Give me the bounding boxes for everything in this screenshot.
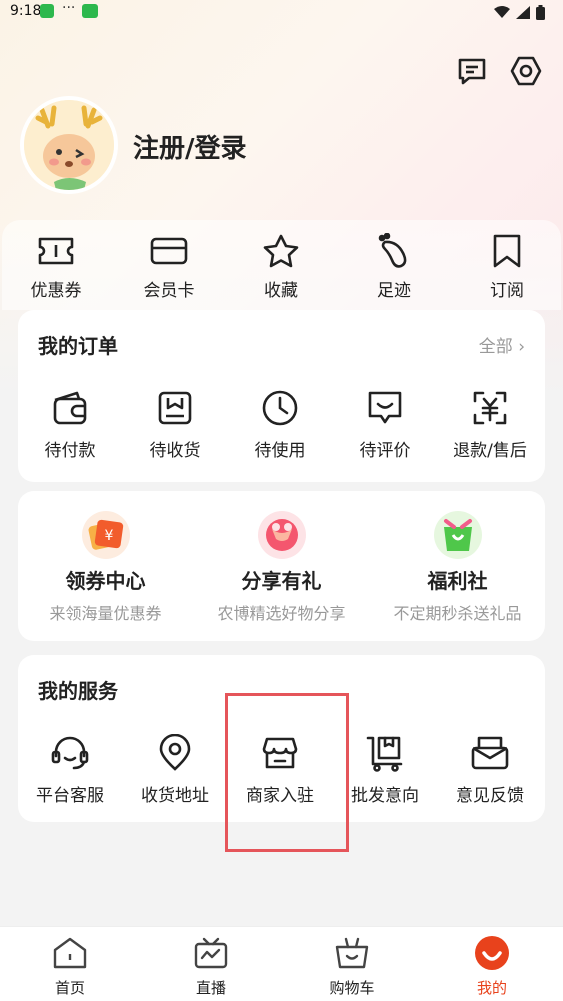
- promo-share-gift[interactable]: 分享有礼 农博精选好物分享: [194, 491, 369, 624]
- feedback-mail-icon: [471, 736, 509, 770]
- order-status-label: 退款/售后: [453, 441, 527, 461]
- home-icon: [53, 937, 87, 969]
- service-feedback[interactable]: 意见反馈: [438, 733, 542, 806]
- tab-cart[interactable]: 购物车: [307, 935, 397, 998]
- gift-share-icon: [257, 511, 306, 559]
- quick-link-footprints[interactable]: 足迹: [349, 232, 439, 301]
- settings-icon[interactable]: [507, 52, 545, 90]
- order-pending-use[interactable]: 待使用: [228, 388, 332, 461]
- status-time: 9:18: [10, 3, 42, 19]
- quick-link-member-card[interactable]: 会员卡: [124, 232, 214, 301]
- tv-icon: [194, 937, 228, 969]
- headset-icon: [51, 736, 89, 770]
- order-pending-review[interactable]: 待评价: [333, 388, 437, 461]
- tab-label: 直播: [195, 979, 226, 997]
- profile-logo-icon: [475, 936, 509, 970]
- bottom-tab-bar: 首页 直播 购物车 我的: [0, 926, 563, 1001]
- services-title: 我的服务: [38, 679, 118, 703]
- ticket-icon: [38, 237, 74, 265]
- quick-link-label: 收藏: [264, 281, 298, 301]
- quick-link-label: 订阅: [490, 281, 524, 301]
- order-pending-receipt[interactable]: 待收货: [123, 388, 227, 461]
- signal-icon: [516, 6, 530, 19]
- wifi-icon: [494, 6, 510, 18]
- promo-subtitle: 农博精选好物分享: [217, 604, 346, 623]
- login-register-link[interactable]: 注册/登录: [133, 128, 247, 165]
- avatar[interactable]: [20, 96, 118, 194]
- orders-title: 我的订单: [38, 334, 118, 358]
- me-page: 9:18 ··· 注册/登录 优惠券 会员卡 收藏 足迹 订阅 我的订单 全部 …: [0, 0, 563, 1001]
- tab-label: 首页: [54, 979, 85, 997]
- order-refund-aftersale[interactable]: 退款/售后: [438, 388, 542, 461]
- location-icon: [159, 734, 191, 771]
- package-icon: [158, 391, 192, 425]
- promo-coupon-center[interactable]: ¥ 领券中心 来领海量优惠券: [18, 491, 193, 624]
- status-indicators: [494, 5, 545, 20]
- deer-mascot-icon: [24, 100, 114, 190]
- tab-profile[interactable]: 我的: [447, 935, 537, 998]
- order-status-label: 待付款: [44, 441, 96, 461]
- orders-view-all-link[interactable]: 全部 ›: [479, 332, 525, 357]
- order-status-label: 待收货: [149, 441, 201, 461]
- service-label: 意见反馈: [456, 786, 524, 806]
- welfare-bag-icon: [433, 511, 482, 559]
- quick-link-favorites[interactable]: 收藏: [236, 232, 326, 301]
- tab-label: 购物车: [329, 979, 375, 997]
- basket-icon: [335, 937, 369, 969]
- message-icon[interactable]: [453, 52, 491, 90]
- promo-title: 分享有礼: [241, 569, 322, 593]
- svg-text:¥: ¥: [104, 528, 113, 544]
- card-icon: [150, 237, 188, 265]
- status-bar: 9:18 ···: [0, 0, 563, 26]
- quick-link-label: 足迹: [377, 281, 411, 301]
- promo-subtitle: 来领海量优惠券: [49, 604, 162, 623]
- quick-link-label: 会员卡: [143, 281, 195, 301]
- promo-welfare-club[interactable]: 福利社 不定期秒杀送礼品: [370, 491, 545, 624]
- wholesale-cart-icon: [366, 736, 403, 772]
- clock-icon: [262, 390, 298, 426]
- footprint-icon: [378, 233, 407, 268]
- coupon-center-icon: ¥: [81, 511, 130, 559]
- quick-link-subscriptions[interactable]: 订阅: [462, 232, 552, 301]
- quick-link-coupons[interactable]: 优惠券: [11, 232, 101, 301]
- bookmark-icon: [493, 234, 521, 268]
- tab-live[interactable]: 直播: [166, 935, 256, 998]
- app-notification-icon: [40, 4, 54, 18]
- service-customer-support[interactable]: 平台客服: [18, 733, 122, 806]
- promotions-card: ¥ 领券中心 来领海量优惠券 分享有礼 农博精选好物分享 福利社 不定期秒杀送礼…: [18, 491, 545, 641]
- more-notifications-icon: ···: [62, 0, 76, 16]
- quick-link-label: 优惠券: [30, 281, 82, 301]
- tab-label: 我的: [476, 979, 507, 997]
- orders-card: 我的订单 全部 › 待付款 待收货 待使用 待评价 退款/售后: [18, 310, 545, 482]
- refund-icon: [473, 391, 507, 425]
- service-label: 平台客服: [36, 786, 104, 806]
- order-status-label: 待评价: [359, 441, 411, 461]
- star-icon: [263, 234, 299, 268]
- service-shipping-address[interactable]: 收货地址: [123, 733, 227, 806]
- tab-home[interactable]: 首页: [25, 935, 115, 998]
- app-notification-icon: [82, 4, 98, 18]
- highlight-box: [225, 693, 349, 852]
- promo-title: 福利社: [427, 569, 488, 593]
- order-status-label: 待使用: [254, 441, 306, 461]
- comment-icon: [368, 391, 402, 424]
- promo-title: 领券中心: [65, 569, 146, 593]
- wallet-icon: [53, 391, 87, 425]
- order-pending-payment[interactable]: 待付款: [18, 388, 122, 461]
- promo-subtitle: 不定期秒杀送礼品: [393, 604, 522, 623]
- service-label: 收货地址: [141, 786, 209, 806]
- battery-icon: [536, 5, 545, 20]
